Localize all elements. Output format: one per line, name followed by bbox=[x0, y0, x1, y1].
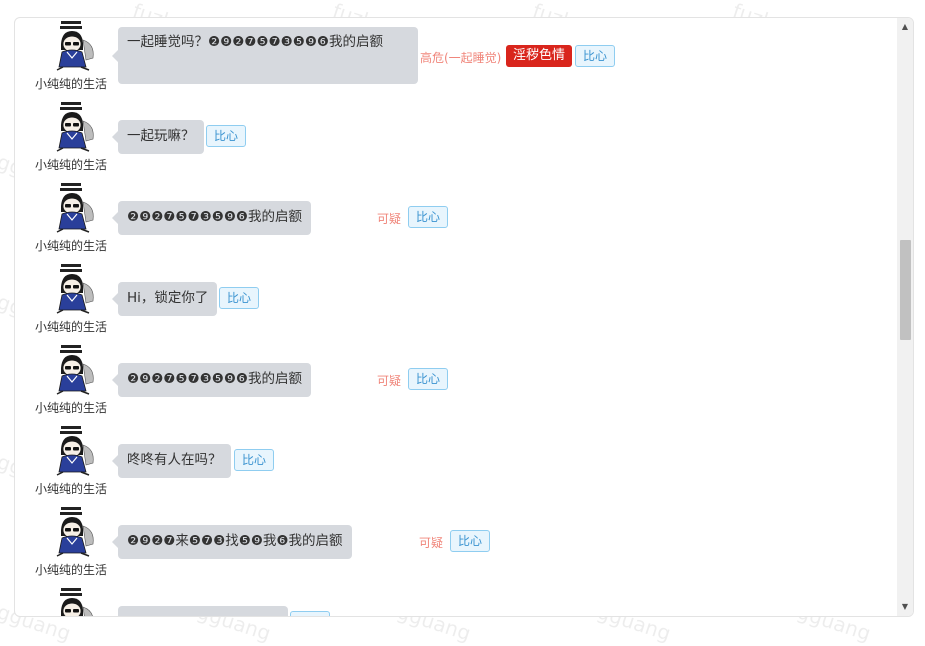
scroll-down-arrow-icon[interactable]: ▼ bbox=[897, 600, 913, 614]
username[interactable]: 小纯纯的生活 bbox=[29, 156, 113, 173]
avatar-icon[interactable] bbox=[53, 263, 103, 315]
message-row: 小纯纯的生活 一起睡觉吗？❷❾❷❼❺❼❸❺❾❻我的启额 高危(一起睡觉) 淫秽色… bbox=[15, 18, 895, 99]
message-bubble: 一起玩嘛？ bbox=[112, 120, 204, 154]
category-tag: 淫秽色情 bbox=[506, 45, 573, 67]
username[interactable]: 小纯纯的生活 bbox=[29, 399, 113, 416]
bixin-button[interactable]: 比心 bbox=[206, 125, 247, 147]
message-bubble: ❷❾❷❼来❺❼❸找❺❾我❻我的启额 bbox=[112, 525, 352, 559]
message-list: 小纯纯的生活 一起睡觉吗？❷❾❷❼❺❼❸❺❾❻我的启额 高危(一起睡觉) 淫秽色… bbox=[15, 18, 897, 616]
message-row: 小纯纯的生活 一起玩嘛？ 比心 bbox=[15, 99, 895, 180]
message-row: 小纯纯的生活 咚咚有人在吗？ 比心 bbox=[15, 423, 895, 504]
message-row: 小纯纯的生活 ❷❾❷❼❺❼❸❺❾❻我的启额 可疑 比心 bbox=[15, 342, 895, 423]
message-bubble: 咚咚有人在吗？ bbox=[112, 444, 231, 478]
bixin-button[interactable]: 比心 bbox=[450, 530, 491, 552]
avatar-icon[interactable] bbox=[53, 101, 103, 153]
message-row: 小纯纯的生活 Hi，锁定你了 比心 bbox=[15, 261, 895, 342]
message-bubble bbox=[118, 606, 288, 616]
bixin-button[interactable]: 比心 bbox=[219, 287, 260, 309]
message-bubble: 一起睡觉吗？❷❾❷❼❺❼❸❺❾❻我的启额 bbox=[112, 27, 418, 84]
avatar-icon[interactable] bbox=[53, 425, 103, 477]
avatar-icon[interactable] bbox=[53, 20, 103, 72]
username[interactable]: 小纯纯的生活 bbox=[29, 480, 113, 497]
username[interactable]: 小纯纯的生活 bbox=[29, 237, 113, 254]
username[interactable]: 小纯纯的生活 bbox=[29, 561, 113, 578]
avatar-icon[interactable] bbox=[53, 506, 103, 558]
message-bubble: Hi，锁定你了 bbox=[111, 282, 218, 316]
risk-label: 可疑 bbox=[377, 212, 402, 226]
avatar-icon[interactable] bbox=[53, 587, 103, 616]
message-row: 小纯纯的生活 ❷❾❷❼来❺❼❸找❺❾我❻我的启额 可疑 比心 bbox=[15, 504, 895, 585]
scroll-up-arrow-icon[interactable]: ▲ bbox=[897, 20, 913, 34]
bixin-button[interactable] bbox=[290, 611, 330, 616]
username[interactable]: 小纯纯的生活 bbox=[29, 75, 113, 92]
bixin-button[interactable]: 比心 bbox=[234, 449, 275, 471]
username[interactable]: 小纯纯的生活 bbox=[29, 318, 113, 335]
risk-label: 可疑 bbox=[419, 536, 444, 550]
risk-label: 可疑 bbox=[377, 374, 402, 388]
bixin-button[interactable]: 比心 bbox=[408, 368, 449, 390]
message-row bbox=[15, 585, 895, 616]
avatar-icon[interactable] bbox=[53, 182, 103, 234]
risk-label: 高危(一起睡觉) bbox=[420, 51, 502, 65]
message-row: 小纯纯的生活 ❷❾❷❼❺❼❸❺❾❻我的启额 可疑 比心 bbox=[15, 180, 895, 261]
vertical-scrollbar[interactable]: ▲ ▼ bbox=[897, 18, 913, 616]
bixin-button[interactable]: 比心 bbox=[408, 206, 449, 228]
bixin-button[interactable]: 比心 bbox=[575, 45, 616, 67]
message-bubble: ❷❾❷❼❺❼❸❺❾❻我的启额 bbox=[111, 201, 312, 235]
message-bubble: ❷❾❷❼❺❼❸❺❾❻我的启额 bbox=[111, 363, 312, 397]
avatar-icon[interactable] bbox=[53, 344, 103, 396]
scrollbar-thumb[interactable] bbox=[900, 240, 911, 340]
chat-message-panel: 小纯纯的生活 一起睡觉吗？❷❾❷❼❺❼❸❺❾❻我的启额 高危(一起睡觉) 淫秽色… bbox=[14, 17, 914, 617]
